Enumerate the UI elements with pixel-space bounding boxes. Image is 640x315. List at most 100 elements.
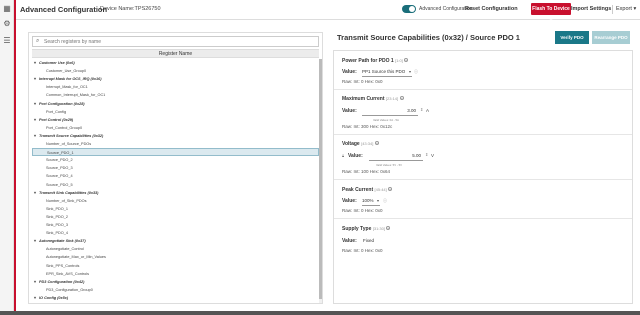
voltage-input[interactable]: 5.00 bbox=[369, 152, 423, 161]
tree-item-label: Port Configuration (0x28) bbox=[39, 101, 85, 106]
advanced-config-toggle[interactable] bbox=[402, 5, 416, 13]
search-input[interactable] bbox=[44, 38, 314, 46]
tree-item-label: Sink_PDO_3 bbox=[46, 223, 68, 227]
help-icon[interactable]: ? bbox=[404, 58, 409, 63]
max-current-unit: A bbox=[426, 108, 430, 113]
tree-group[interactable]: ▾ Port Control (0x29) bbox=[32, 116, 73, 124]
voltage-title-text: Voltage bbox=[342, 141, 360, 147]
tree-group[interactable]: ▾ Autonegotiate Sink (0x37) bbox=[32, 237, 86, 245]
power-path-reg: [1:0] bbox=[395, 58, 403, 63]
power-path-value-label: Value: bbox=[342, 69, 357, 75]
peak-current-value-label: Value: bbox=[342, 198, 357, 204]
tree-group[interactable]: ▾ IO Config (0x5c) bbox=[32, 294, 68, 302]
tree-item-label: PD3 Configuration (0x42) bbox=[39, 279, 85, 284]
tree-item[interactable]: Sink_PDO_4 bbox=[32, 229, 68, 237]
tree-item[interactable]: Sink_PDO_3 bbox=[32, 221, 68, 229]
verify-pdo-button[interactable]: Verify PDO bbox=[555, 31, 589, 44]
device-name: Device Name:TPS26750 bbox=[100, 6, 161, 12]
tree-item[interactable]: Source_PDO_1 bbox=[32, 148, 319, 157]
tree-group[interactable]: ▾ Customer Use (0x6) bbox=[32, 59, 75, 67]
tree-item[interactable]: Port_Control_Group0 bbox=[32, 124, 82, 132]
help-icon[interactable]: ? bbox=[374, 141, 379, 146]
tree-item-label: Source_PDO_3 bbox=[46, 166, 73, 171]
tree-item[interactable]: PD3_Configuration_Group0 bbox=[32, 286, 93, 294]
tree-item[interactable]: Number_of_Sink_PDOs bbox=[32, 197, 87, 205]
tree-item[interactable]: EPR_Sink_AVS_Controls bbox=[32, 270, 89, 278]
left-rail: ▦ ⚙ ☰ bbox=[0, 0, 14, 315]
rearrange-pdo-button[interactable]: Rearrange PDO bbox=[592, 31, 630, 44]
tree-group[interactable]: ▾ Interrupt Mask for OCS_IRQ (0x16) bbox=[32, 75, 101, 83]
scrollbar-thumb[interactable] bbox=[319, 59, 322, 299]
tree-item[interactable]: Number_of_Source_PDOs bbox=[32, 140, 91, 148]
peak-current-selected: 100% bbox=[362, 198, 374, 203]
tree-item-label: Source_PDO_4 bbox=[46, 174, 73, 179]
help-icon[interactable]: ? bbox=[388, 187, 393, 192]
info-icon: ⓘ bbox=[383, 198, 387, 203]
grid-icon[interactable]: ▦ bbox=[2, 4, 12, 14]
tree-item-label: Autonegotiate_Max_or_Min_Values bbox=[46, 255, 106, 260]
tree-item-label: EPR_Sink_AVS_Controls bbox=[46, 271, 89, 276]
tree-item[interactable]: Source_PDO_3 bbox=[32, 164, 73, 172]
stepper-icon[interactable]: ⇕ bbox=[425, 152, 428, 157]
tree-group[interactable]: ▾ Port Configuration (0x28) bbox=[32, 100, 85, 108]
divider bbox=[612, 5, 613, 14]
power-path-title: Power Path for PDO 1 [1:0] ? bbox=[342, 58, 409, 64]
voltage-reg: [43:34] bbox=[361, 141, 374, 146]
help-icon[interactable]: ? bbox=[399, 96, 404, 101]
column-header: Register Name bbox=[32, 49, 319, 58]
tree-item[interactable]: Customer_Use_Group0 bbox=[32, 67, 86, 75]
import-settings-button[interactable]: Import Settings bbox=[571, 6, 611, 12]
peak-current-select[interactable]: 100% ▾ bbox=[362, 197, 380, 206]
power-path-raw: Raw: Int: 0 Hex: 0x0 bbox=[342, 79, 383, 84]
max-current-title: Maximum Current [23:14] ? bbox=[342, 96, 404, 102]
search-icon: ⌕ bbox=[36, 38, 40, 44]
info-icon: ⓘ bbox=[414, 69, 418, 74]
tree-item[interactable]: Port_Config bbox=[32, 108, 66, 116]
chevron-down-icon: ▾ bbox=[633, 6, 637, 12]
supply-type-value-label: Value: bbox=[342, 238, 357, 244]
tree-item[interactable]: Interrupt_Mask_for_OC1 bbox=[32, 83, 88, 91]
flash-to-device-button[interactable]: Flash To Device ▾ bbox=[531, 3, 571, 24]
tree-item-label: Common_Interrupt_Mask_for_OC1 bbox=[46, 93, 106, 98]
sliders-icon[interactable]: ☰ bbox=[2, 36, 12, 46]
tree-item-label: IO Config (0x5c) bbox=[39, 295, 69, 300]
tree-group[interactable]: ▾ Transmit Sink Capabilities (0x33) bbox=[32, 189, 98, 197]
peak-current-reg: [45:44] bbox=[374, 187, 387, 192]
detail-panel: Transmit Source Capabilities (0x32) / So… bbox=[333, 30, 633, 310]
tree-item[interactable]: Common_Interrupt_Mask_for_OC1 bbox=[32, 91, 105, 99]
voltage-title: Voltage [43:34] ? bbox=[342, 141, 379, 147]
supply-type-reg: [31:30] bbox=[372, 226, 385, 231]
export-button[interactable]: Export ▾ bbox=[616, 6, 636, 12]
gear-icon[interactable]: ⚙ bbox=[2, 19, 12, 29]
supply-type-title-text: Supply Type bbox=[342, 226, 372, 232]
active-indicator bbox=[14, 0, 16, 315]
tree-group[interactable]: ▾ Transmit Source Capabilities (0x32) bbox=[32, 132, 103, 140]
tree-group[interactable]: ▾ PD3 Configuration (0x42) bbox=[32, 278, 84, 286]
power-path-selected: PP1 Source this PDO bbox=[362, 69, 406, 74]
tree-item[interactable]: Source_PDO_5 bbox=[32, 181, 73, 189]
tree-item[interactable]: Source_PDO_2 bbox=[32, 156, 73, 164]
stepper-icon[interactable]: ⇕ bbox=[420, 107, 423, 112]
scrollbar[interactable] bbox=[319, 59, 322, 303]
tree-item-label: Autonegotiate Sink (0x37) bbox=[39, 239, 86, 244]
reset-configuration-button[interactable]: Reset Configuration bbox=[465, 6, 518, 12]
tree-item-label: Interrupt_Mask_for_OC1 bbox=[46, 85, 88, 90]
page-title: Advanced Configuration bbox=[20, 5, 108, 14]
power-path-select[interactable]: PP1 Source this PDO ▾ bbox=[362, 68, 412, 77]
tree-item[interactable]: Source_PDO_4 bbox=[32, 172, 73, 180]
tree-item[interactable]: Sink_PDO_1 bbox=[32, 205, 68, 213]
tree-item[interactable]: Autonegotiate_Max_or_Min_Values bbox=[32, 253, 106, 261]
separator bbox=[334, 134, 632, 135]
tree-item-label: Port_Config bbox=[46, 109, 67, 114]
tree-item-label: Sink_PDO_1 bbox=[46, 206, 68, 211]
help-icon[interactable]: ? bbox=[386, 226, 391, 231]
tree-item-label: Port_Control_Group0 bbox=[46, 125, 83, 130]
chevron-down-icon: ▾ bbox=[408, 69, 411, 74]
tree-item-label: Transmit Source Capabilities (0x32) bbox=[39, 133, 104, 138]
max-current-input[interactable]: 3.00 bbox=[362, 107, 418, 116]
tree-item[interactable]: Autonegotiate_Control bbox=[32, 245, 84, 253]
tree-item[interactable]: Sink_PPS_Controls bbox=[32, 262, 79, 270]
tree-item[interactable]: Sink_PDO_2 bbox=[32, 213, 68, 221]
tree-item-label: Interrupt Mask for OCS_IRQ (0x16) bbox=[39, 77, 102, 82]
max-current-hint: Valid Values: 0A - 5A bbox=[373, 118, 399, 122]
